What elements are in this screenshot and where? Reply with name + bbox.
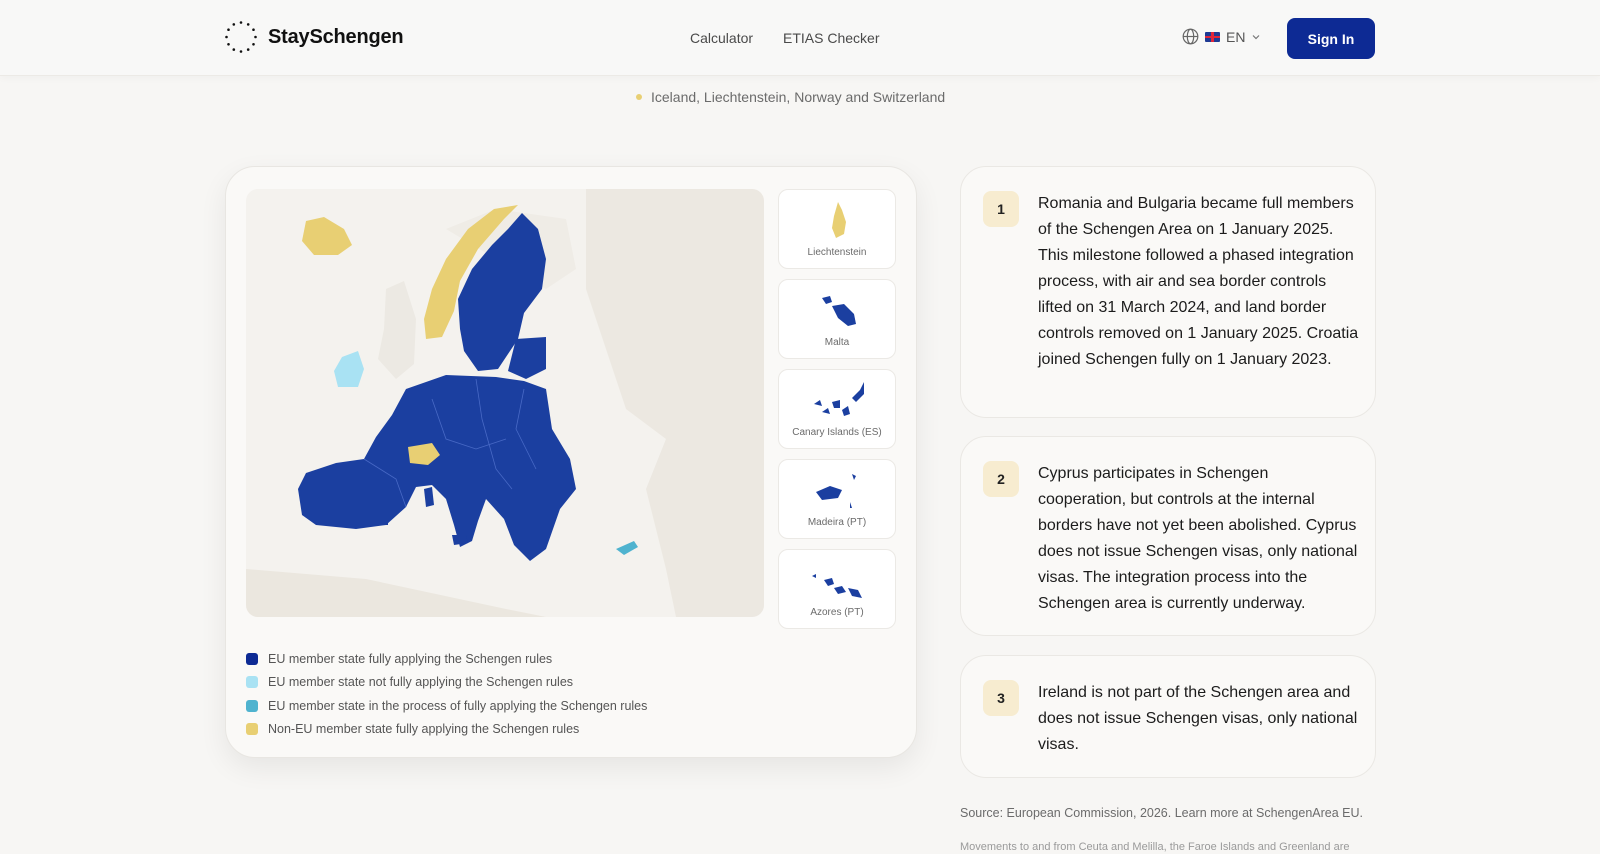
- note-number-badge: 2: [983, 461, 1019, 497]
- legend-swatch: [246, 723, 258, 736]
- nav-calculator-link[interactable]: Calculator: [690, 30, 753, 46]
- note-card-1: 1 Romania and Bulgaria became full membe…: [960, 166, 1376, 418]
- legend-label: Non-EU member state fully applying the S…: [268, 722, 580, 737]
- inset-label: Liechtenstein: [807, 247, 867, 258]
- ireland-shape: [334, 351, 364, 387]
- note-number-badge: 3: [983, 680, 1019, 716]
- note-text: Ireland is not part of the Schengen area…: [1038, 684, 1358, 753]
- note-text: Romania and Bulgaria became full members…: [1038, 195, 1359, 368]
- schengen-map-card: Liechtenstein Malta Canary Islands (ES): [225, 166, 917, 758]
- legend-dot-icon: [636, 94, 642, 100]
- site-header: StaySchengen Calculator ETIAS Checker EN…: [0, 0, 1600, 76]
- map-legend: EU member state fully applying the Schen…: [246, 647, 647, 741]
- inset-label: Canary Islands (ES): [792, 427, 882, 438]
- legend-item: EU member state fully applying the Schen…: [246, 647, 647, 671]
- europe-map-graphic: [246, 189, 764, 617]
- inset-label: Madeira (PT): [807, 517, 867, 528]
- sign-in-button[interactable]: Sign In: [1287, 18, 1375, 59]
- note-card-3: 3 Ireland is not part of the Schengen ar…: [960, 655, 1376, 778]
- inset-madeira: Madeira (PT): [778, 459, 896, 539]
- chevron-down-icon: [1253, 34, 1260, 39]
- continental-schengen-shape: [298, 375, 576, 561]
- brand-logo[interactable]: StaySchengen: [224, 20, 404, 54]
- madeira-shape-icon: [816, 474, 856, 508]
- legend-label: EU member state fully applying the Schen…: [268, 651, 553, 666]
- inset-azores: Azores (PT): [778, 549, 896, 629]
- main-nav: Calculator ETIAS Checker: [690, 30, 880, 46]
- brand-name: StaySchengen: [268, 25, 404, 48]
- legend-swatch: [246, 652, 258, 665]
- source-citation: Source: European Commission, 2026. Learn…: [960, 806, 1364, 820]
- uk-flag-icon: [1205, 31, 1220, 42]
- globe-icon: [1182, 28, 1199, 45]
- legend-swatch: [246, 699, 258, 712]
- legend-swatch: [246, 676, 258, 689]
- inset-label: Azores (PT): [810, 607, 864, 618]
- note-text: Cyprus participates in Schengen cooperat…: [1038, 465, 1358, 612]
- legend-label: EU member state not fully applying the S…: [268, 675, 574, 690]
- inset-label: Malta: [824, 337, 850, 348]
- legend-partial-label: Iceland, Liechtenstein, Norway and Switz…: [651, 89, 946, 105]
- liechtenstein-shape-icon: [832, 202, 846, 238]
- legend-label: EU member state in the process of fully …: [268, 698, 648, 713]
- footnote-text: Movements to and from Ceuta and Melilla,…: [960, 841, 1350, 853]
- inset-liechtenstein: Liechtenstein: [778, 189, 896, 269]
- note-card-2: 2 Cyprus participates in Schengen cooper…: [960, 436, 1376, 636]
- inset-malta: Malta: [778, 279, 896, 359]
- nav-etias-link[interactable]: ETIAS Checker: [783, 30, 879, 46]
- language-code: EN: [1226, 28, 1246, 45]
- iceland-shape: [302, 217, 352, 255]
- inset-canary-islands: Canary Islands (ES): [778, 369, 896, 449]
- language-selector[interactable]: EN: [1182, 28, 1261, 45]
- eu-stars-logo-icon: [225, 21, 257, 53]
- malta-shape-icon: [822, 296, 856, 326]
- note-number-badge: 1: [983, 191, 1019, 227]
- cyprus-shape: [616, 541, 638, 555]
- europe-map: [246, 189, 764, 617]
- canary-islands-shape-icon: [814, 382, 864, 416]
- legend-item: EU member state in the process of fully …: [246, 694, 647, 718]
- legend-partial-item: Iceland, Liechtenstein, Norway and Switz…: [636, 89, 945, 105]
- legend-item: Non-EU member state fully applying the S…: [246, 718, 647, 742]
- azores-shape-icon: [812, 574, 862, 598]
- legend-item: EU member state not fully applying the S…: [246, 671, 647, 695]
- map-insets: Liechtenstein Malta Canary Islands (ES): [778, 189, 896, 639]
